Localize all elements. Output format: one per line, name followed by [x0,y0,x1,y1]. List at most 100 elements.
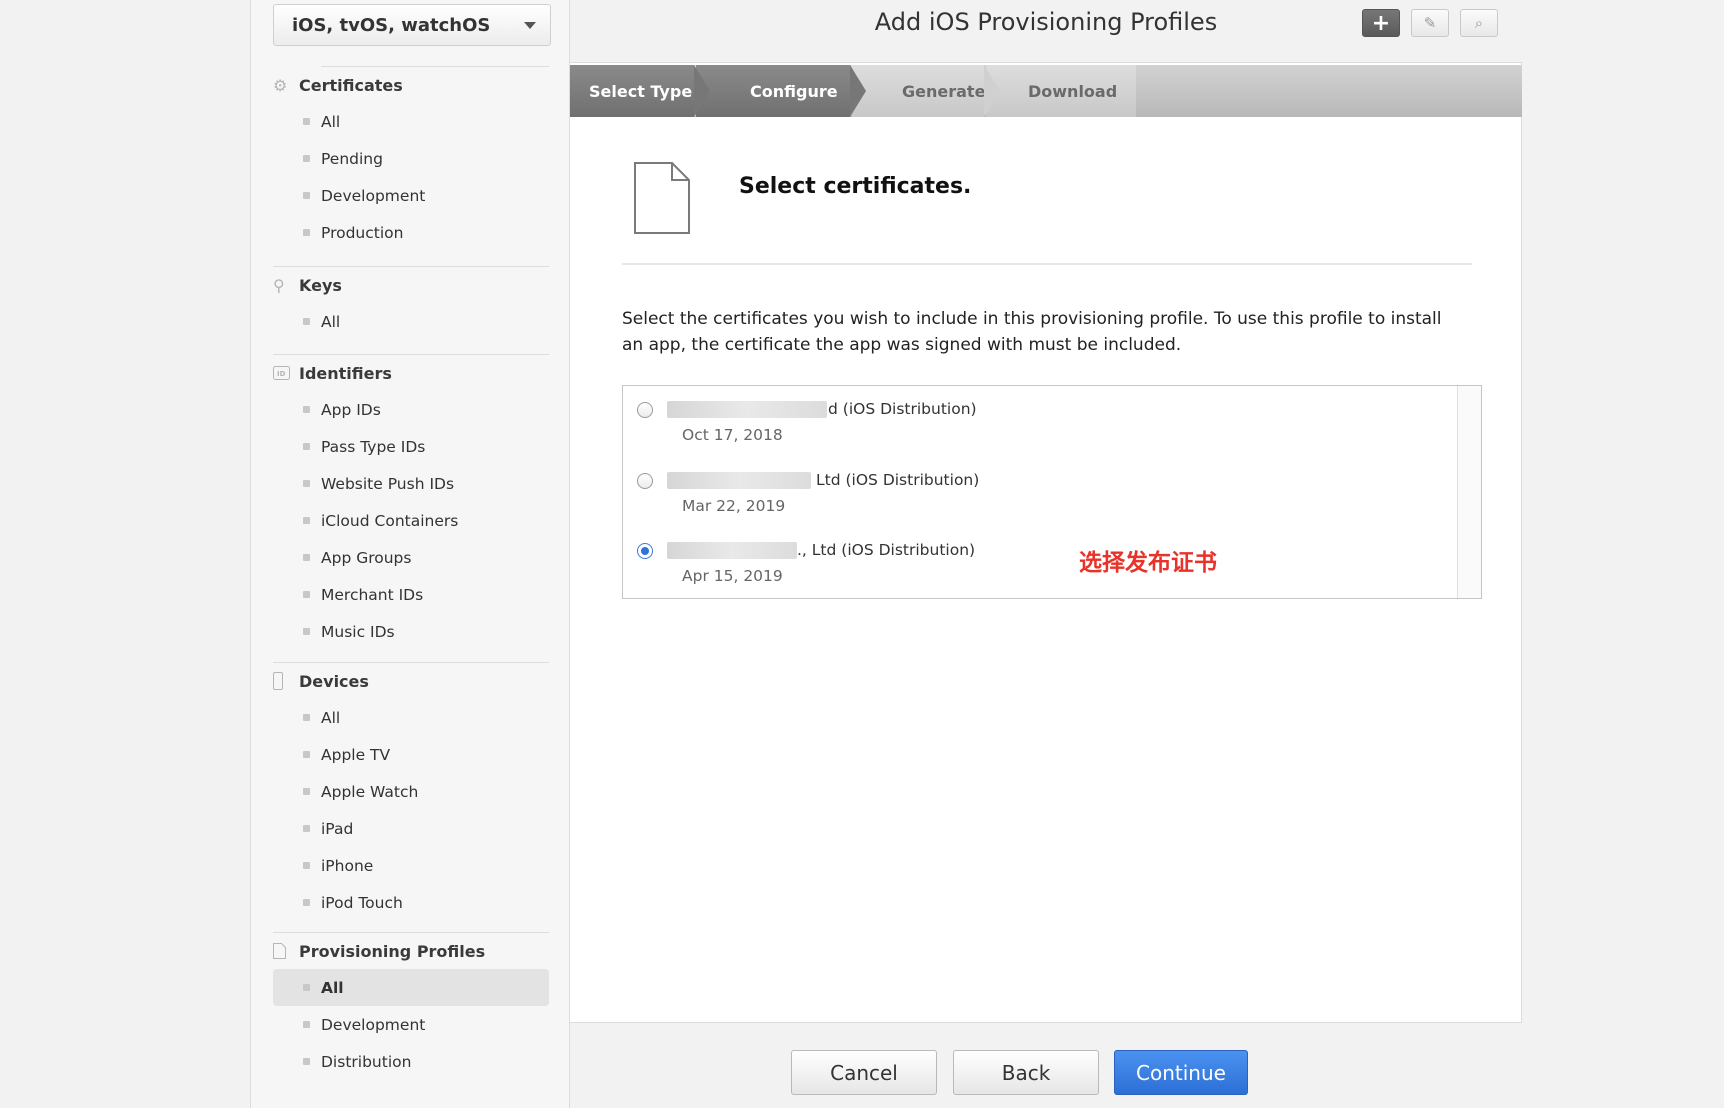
add-button[interactable]: + [1362,9,1400,37]
bullet-icon [303,862,310,869]
header-bar: Add iOS Provisioning Profiles + ✎ ⌕ [570,0,1522,63]
step-label: Download [1028,81,1118,101]
sidebar-item-label: All [321,978,344,997]
sidebar-item-pass-type-ids[interactable]: Pass Type IDs [273,428,549,465]
certificate-option[interactable]: d (iOS Distribution) Oct 17, 2018 [637,388,1337,448]
bullet-icon [303,480,310,487]
sidebar-item-profiles-development[interactable]: Development [273,1006,549,1043]
plus-icon: + [1371,10,1391,36]
section-title: Keys [299,275,342,295]
section-header-identifiers[interactable]: ID Identifiers [273,355,549,391]
certificate-name-suffix: ., Ltd [797,541,837,559]
chevron-down-icon [524,22,536,29]
sidebar-item-apple-watch[interactable]: Apple Watch [273,773,549,810]
bullet-icon [303,118,310,125]
sidebar-item-label: Website Push IDs [321,474,455,493]
content-title: Select certificates. [739,174,972,199]
sidebar-item-label: App Groups [321,548,412,567]
main-panel: Add iOS Provisioning Profiles + ✎ ⌕ Sele… [570,0,1522,1108]
chevron-right-icon [984,65,1000,117]
sidebar-item-website-push-ids[interactable]: Website Push IDs [273,465,549,502]
sidebar-item-label: Distribution [321,1052,412,1071]
pencil-icon: ✎ [1423,14,1437,32]
platform-select-label: iOS, tvOS, watchOS [292,14,491,36]
certificate-date: Oct 17, 2018 [682,426,783,444]
search-button[interactable]: ⌕ [1460,9,1498,37]
sidebar-item-keys-all[interactable]: All [273,303,549,340]
scrollbar[interactable] [1457,386,1481,598]
section-header-devices[interactable]: Devices [273,663,549,699]
bullet-icon [303,229,310,236]
section-keys: ⚲ Keys All [273,266,549,340]
platform-select[interactable]: iOS, tvOS, watchOS [273,4,551,46]
sidebar-item-iphone[interactable]: iPhone [273,847,549,884]
bullet-icon [303,628,310,635]
description-text: Select the certificates you wish to incl… [622,309,1442,355]
certificate-date: Mar 22, 2019 [682,497,786,515]
sidebar-item-label: All [321,112,341,131]
sidebar-item-label: Pass Type IDs [321,437,426,456]
certificate-type: (iOS Distribution) [841,541,976,559]
sidebar-item-label: iPod Touch [321,893,403,912]
sidebar-item-profiles-all[interactable]: All [273,969,549,1006]
certificate-list: d (iOS Distribution) Oct 17, 2018 Ltd (i… [622,385,1482,599]
sidebar-item-certificates-development[interactable]: Development [273,177,549,214]
sidebar-item-merchant-ids[interactable]: Merchant IDs [273,576,549,613]
sidebar-item-app-groups[interactable]: App Groups [273,539,549,576]
document-icon [634,162,690,238]
sidebar-item-label: Development [321,1015,426,1034]
sidebar-item-ipod-touch[interactable]: iPod Touch [273,884,549,921]
certificate-name: ., Ltd (iOS Distribution) [797,541,975,559]
radio-button[interactable] [637,402,653,418]
redacted-name [667,401,827,418]
sidebar-item-certificates-pending[interactable]: Pending [273,140,549,177]
section-identifiers: ID Identifiers App IDs Pass Type IDs Web… [273,354,549,650]
step-select-type: Select Type [570,65,710,117]
sidebar-item-certificates-all[interactable]: All [273,103,549,140]
sidebar-item-apple-tv[interactable]: Apple TV [273,736,549,773]
chevron-right-icon [850,65,866,117]
wizard-steps: Select Type Configure Generate Download [570,65,1522,117]
section-devices: Devices All Apple TV Apple Watch iPad iP… [273,662,549,921]
step-generate: Generate [852,65,1000,117]
sidebar-item-certificates-production[interactable]: Production [273,214,549,251]
key-icon: ⚲ [273,275,285,295]
radio-button[interactable] [637,473,653,489]
step-label: Select Type [589,81,693,101]
step-label: Generate [902,81,986,101]
bullet-icon [303,192,310,199]
certificate-option[interactable]: Ltd (iOS Distribution) Mar 22, 2019 [637,459,1337,519]
sidebar-item-ipad[interactable]: iPad [273,810,549,847]
section-header-certificates[interactable]: ⚙ Certificates [273,67,549,103]
redacted-name [667,542,797,559]
sidebar-item-label: Music IDs [321,622,395,641]
redacted-name [667,472,811,489]
bullet-icon [303,751,310,758]
bullet-icon [303,788,310,795]
sidebar-item-label: Pending [321,149,383,168]
section-certificates: ⚙ Certificates All Pending Development P… [273,66,549,251]
edit-button[interactable]: ✎ [1411,9,1449,37]
svg-text:ID: ID [277,370,286,378]
section-header-provisioning-profiles[interactable]: Provisioning Profiles [273,933,549,969]
bullet-icon [303,1058,310,1065]
certificate-option-selected[interactable]: ., Ltd (iOS Distribution) Apr 15, 2019 [637,529,1337,589]
sidebar: iOS, tvOS, watchOS ⚙ Certificates All Pe… [250,0,570,1108]
sidebar-item-music-ids[interactable]: Music IDs [273,613,549,650]
sidebar-item-label: iCloud Containers [321,511,459,530]
radio-button-selected[interactable] [637,543,653,559]
gear-badge-icon: ⚙ [273,75,288,95]
certificate-name-suffix: d [828,400,838,418]
cancel-button[interactable]: Cancel [791,1050,937,1095]
bullet-icon [303,825,310,832]
sidebar-item-devices-all[interactable]: All [273,699,549,736]
continue-button[interactable]: Continue [1114,1050,1248,1095]
step-download: Download [986,65,1136,117]
certificate-name-suffix: Ltd [816,471,841,489]
sidebar-item-label: Apple Watch [321,782,419,801]
back-button[interactable]: Back [953,1050,1099,1095]
section-header-keys[interactable]: ⚲ Keys [273,267,549,303]
sidebar-item-icloud-containers[interactable]: iCloud Containers [273,502,549,539]
sidebar-item-profiles-distribution[interactable]: Distribution [273,1043,549,1080]
sidebar-item-app-ids[interactable]: App IDs [273,391,549,428]
